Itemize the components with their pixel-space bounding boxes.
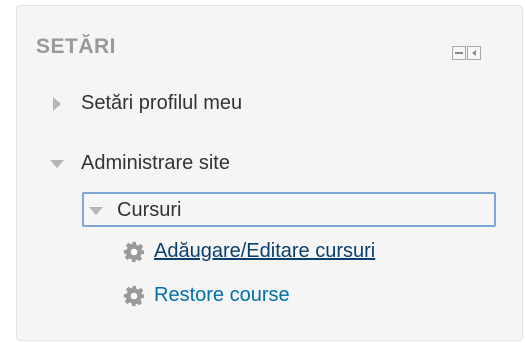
tree-item-restore-course[interactable]: Restore course <box>123 284 290 307</box>
tree-item-label: Cursuri <box>117 199 182 221</box>
collapse-arrow-icon[interactable] <box>50 159 64 168</box>
tree-item-site-admin[interactable]: Administrare site <box>50 152 230 175</box>
dock-left-icon[interactable] <box>467 46 481 60</box>
expand-arrow-icon[interactable] <box>53 96 61 111</box>
collapse-arrow-icon[interactable] <box>89 206 103 215</box>
tree-item-label: Administrare site <box>81 152 230 174</box>
tree-item-courses[interactable]: Cursuri <box>89 199 181 222</box>
minus-box-icon[interactable] <box>452 46 466 60</box>
gear-icon <box>123 285 145 307</box>
add-edit-courses-link[interactable]: Adăugare/Editare cursuri <box>154 240 375 263</box>
tree-item-profile-settings[interactable]: Setări profilul meu <box>53 92 242 115</box>
restore-course-link[interactable]: Restore course <box>154 284 290 307</box>
gear-icon <box>123 241 145 263</box>
block-title: SETĂRI <box>36 35 117 58</box>
block-controls <box>452 46 481 60</box>
tree-item-label: Setări profilul meu <box>81 92 243 114</box>
tree-item-add-edit-courses[interactable]: Adăugare/Editare cursuri <box>123 240 375 263</box>
